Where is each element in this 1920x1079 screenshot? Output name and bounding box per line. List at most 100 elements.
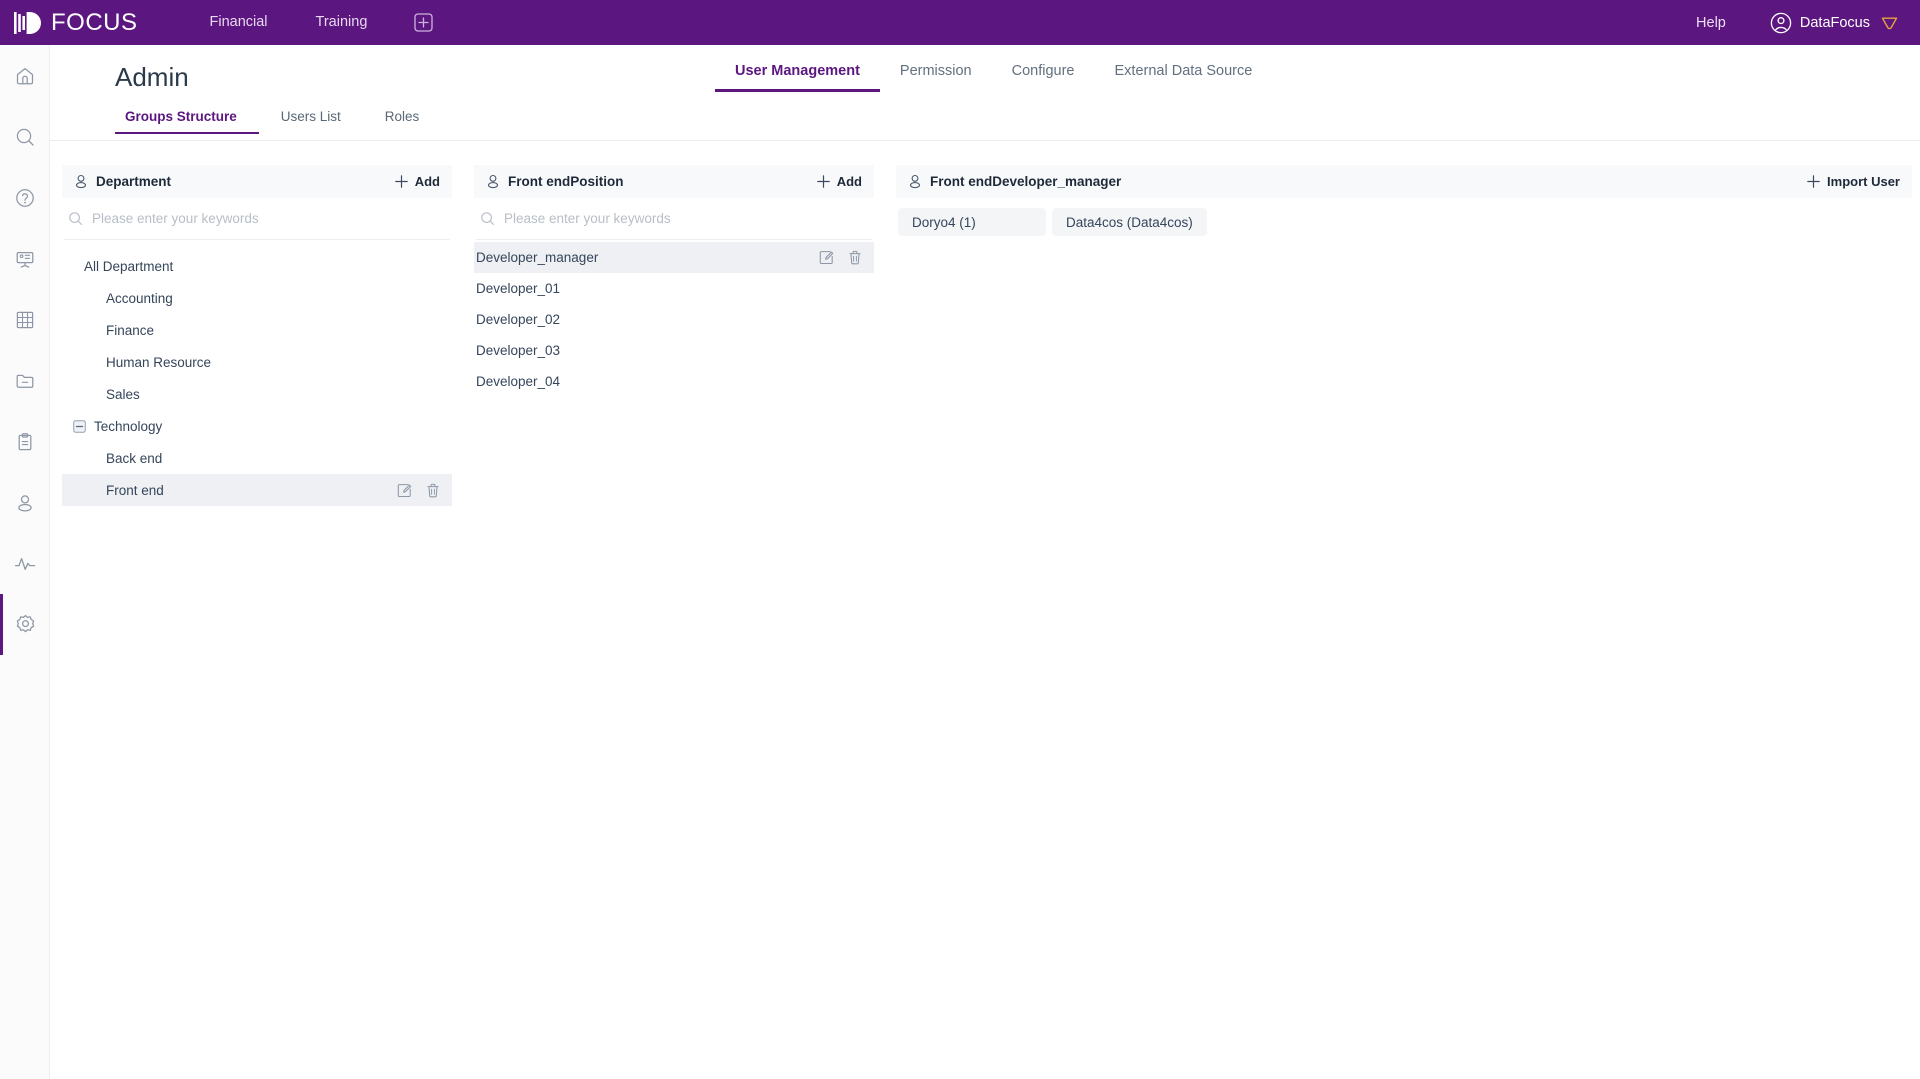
tree-row-actions: [397, 483, 440, 498]
tree-item-label: Human Resource: [106, 354, 212, 370]
tab-users-list[interactable]: Users List: [259, 101, 363, 134]
crown-icon: [1881, 17, 1898, 30]
position-item-label: Developer_02: [476, 312, 561, 327]
search-icon: [480, 211, 495, 226]
position-item-developer-04[interactable]: Developer_04: [474, 366, 874, 397]
import-user-button[interactable]: Import User: [1807, 174, 1900, 189]
trash-icon[interactable]: [848, 250, 862, 265]
import-user-label: Import User: [1827, 174, 1900, 189]
user-menu[interactable]: DataFocus: [1770, 12, 1898, 34]
plus-icon: [1807, 175, 1820, 188]
plus-icon: [394, 175, 408, 188]
app-logo[interactable]: FOCUS: [14, 9, 138, 37]
position-search-input[interactable]: [504, 211, 868, 226]
sidebar-item-activity[interactable]: [0, 533, 50, 594]
tree-item-label: Finance: [106, 322, 155, 338]
add-department-button[interactable]: Add: [394, 174, 440, 189]
user-panel-header: Front endDeveloper_manager Import User: [896, 165, 1912, 198]
sidebar-item-dashboard[interactable]: [0, 228, 50, 289]
sidebar-item-table[interactable]: [0, 289, 50, 350]
position-panel-title: Front endPosition: [508, 174, 624, 189]
sidebar-item-folder[interactable]: [0, 350, 50, 411]
topnav-financial[interactable]: Financial: [186, 0, 292, 45]
minus-square-icon[interactable]: [72, 419, 86, 433]
department-panel: Department Add Please enter your keyword…: [62, 165, 452, 506]
position-list: Developer_manager Developer_01 Developer…: [474, 242, 874, 397]
groups-structure-panels: Department Add Please enter your keyword…: [62, 165, 1912, 506]
user-panel-title: Front endDeveloper_manager: [930, 174, 1122, 189]
position-row-actions: [819, 250, 862, 265]
tree-item-technology[interactable]: Technology: [62, 410, 452, 442]
activity-icon: [14, 557, 36, 570]
tab-groups-structure[interactable]: Groups Structure: [115, 101, 259, 134]
trash-icon[interactable]: [426, 483, 440, 498]
sidebar-item-home[interactable]: [0, 45, 50, 106]
position-item-developer-manager[interactable]: Developer_manager: [474, 242, 874, 273]
plus-square-icon: [414, 13, 433, 32]
page-title: Admin: [115, 62, 189, 92]
sub-tabs-divider: [50, 140, 1920, 141]
gear-icon: [16, 614, 34, 633]
focus-logo-icon: [14, 11, 41, 34]
section-tabs: User Management Permission Configure Ext…: [715, 53, 1272, 92]
department-search-row[interactable]: [64, 198, 450, 240]
department-panel-header: Department Add: [62, 165, 452, 198]
tab-permission[interactable]: Permission: [880, 53, 992, 92]
user-chip-list: Doryo4 (1) Data4cos (Data4cos): [896, 198, 1912, 236]
user-circle-icon: [1770, 12, 1792, 33]
topnav-training[interactable]: Training: [292, 0, 392, 45]
clipboard-icon: [18, 432, 32, 450]
sidebar-item-settings[interactable]: [0, 594, 50, 655]
folder-icon: [16, 374, 34, 388]
position-item-developer-01[interactable]: Developer_01: [474, 273, 874, 304]
tree-item-all-department[interactable]: All Department: [62, 250, 452, 282]
tree-item-accounting[interactable]: Accounting: [62, 282, 452, 314]
user-panel: Front endDeveloper_manager Import User D…: [896, 165, 1912, 236]
tab-external-data-source[interactable]: External Data Source: [1095, 53, 1273, 92]
sidebar-item-user[interactable]: [0, 472, 50, 533]
tree-item-sales[interactable]: Sales: [62, 378, 452, 410]
add-tab-button[interactable]: [413, 13, 433, 33]
tab-configure[interactable]: Configure: [992, 53, 1095, 92]
tree-item-finance[interactable]: Finance: [62, 314, 452, 346]
add-department-label: Add: [414, 174, 440, 189]
edit-icon[interactable]: [819, 250, 834, 265]
tree-item-front-end[interactable]: Front end: [62, 474, 452, 506]
tree-item-label: Accounting: [106, 290, 173, 306]
sidebar-item-search[interactable]: [0, 106, 50, 167]
tree-item-human-resource[interactable]: Human Resource: [62, 346, 452, 378]
plus-icon: [816, 175, 830, 188]
header-right-actions: Help DataFocus: [1696, 12, 1920, 34]
position-item-developer-03[interactable]: Developer_03: [474, 335, 874, 366]
position-panel: Front endPosition Add Please enter your …: [474, 165, 874, 397]
tab-user-management[interactable]: User Management: [715, 53, 880, 92]
tree-item-label: All Department: [84, 258, 174, 274]
user-chip[interactable]: Data4cos (Data4cos): [1052, 208, 1207, 236]
tree-item-label: Technology: [94, 418, 163, 434]
tab-roles[interactable]: Roles: [363, 101, 442, 134]
position-item-label: Developer_01: [476, 281, 561, 296]
top-header-bar: FOCUS Financial Training Help DataFocus: [0, 0, 1920, 45]
grid-icon: [16, 311, 34, 328]
add-position-label: Add: [836, 174, 862, 189]
monitor-icon: [16, 251, 34, 268]
user-name-label: DataFocus: [1799, 14, 1870, 31]
department-search-input[interactable]: [92, 211, 446, 226]
department-tree: All Department Accounting Finance Human …: [62, 250, 452, 506]
user-icon: [18, 494, 32, 512]
sidebar-item-clipboard[interactable]: [0, 411, 50, 472]
search-icon: [16, 128, 34, 146]
left-sidebar: [0, 45, 50, 1079]
help-link[interactable]: Help: [1696, 15, 1726, 31]
user-chip[interactable]: Doryo4 (1): [898, 208, 1046, 236]
sidebar-item-help[interactable]: [0, 167, 50, 228]
sub-tabs: Groups Structure Users List Roles: [115, 101, 441, 134]
logo-text: FOCUS: [51, 8, 138, 36]
tree-item-label: Back end: [106, 450, 163, 466]
position-item-developer-02[interactable]: Developer_02: [474, 304, 874, 335]
add-position-button[interactable]: Add: [816, 174, 862, 189]
edit-icon[interactable]: [397, 483, 412, 498]
tree-item-back-end[interactable]: Back end: [62, 442, 452, 474]
position-search-row[interactable]: [476, 198, 872, 240]
person-outline-icon: [908, 174, 922, 189]
